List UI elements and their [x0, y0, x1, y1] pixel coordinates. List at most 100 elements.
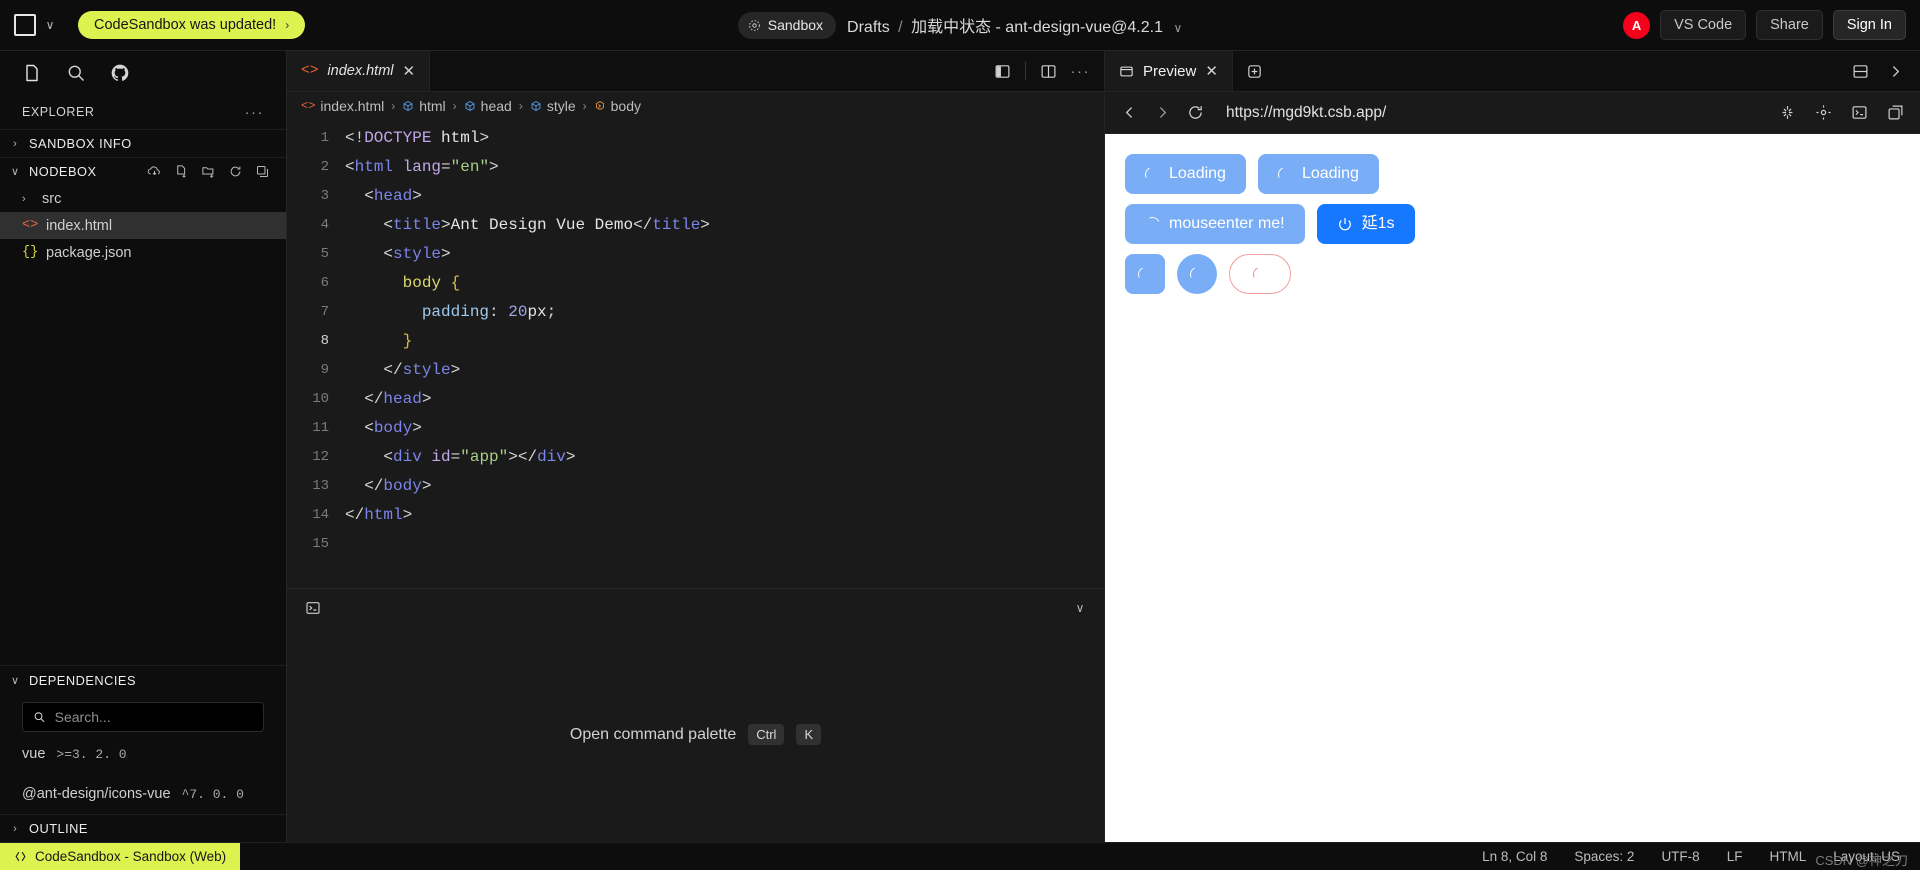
breadcrumb-item-head[interactable]: head [464, 98, 512, 114]
title-bar: ∨ CodeSandbox was updated! › Sandbox Dra… [0, 0, 1920, 50]
dependency-version: ^7. 0. 0 [181, 786, 244, 802]
search-icon[interactable] [66, 63, 86, 83]
sidebar-section-nodebox[interactable]: ∨ NODEBOX [0, 157, 286, 185]
html-file-icon: <> [301, 99, 316, 113]
sidebar-file-package-json[interactable]: {} package.json [0, 239, 286, 266]
status-remote-indicator[interactable]: CodeSandbox - Sandbox (Web) [0, 842, 241, 870]
terminal-icon[interactable] [305, 600, 321, 616]
code-text: padding: 20px; [421, 302, 557, 321]
forward-button[interactable] [1154, 104, 1171, 121]
status-eol[interactable]: LF [1727, 849, 1743, 864]
line-number: 15 [312, 535, 329, 552]
dependency-item-ant-design-icons-vue[interactable]: @ant-design/icons-vue ^7. 0. 0 [0, 774, 286, 814]
status-keyboard-layout[interactable]: Layout: US [1833, 849, 1900, 864]
collapse-all-icon[interactable] [255, 164, 270, 179]
update-banner-button[interactable]: CodeSandbox was updated! › [78, 11, 306, 39]
sandbox-type-chip[interactable]: Sandbox [737, 11, 837, 39]
new-folder-icon[interactable] [201, 164, 216, 179]
delay-button[interactable]: 延1s [1316, 204, 1415, 244]
breadcrumb: <> index.html › html › head › style › bo… [287, 92, 1104, 120]
share-button[interactable]: Share [1756, 10, 1823, 40]
sidebar-file-src[interactable]: › src [0, 185, 286, 212]
preview-iframe-content: Loading Loading mouseenter me! 延1s [1105, 134, 1920, 842]
divider [1024, 62, 1026, 80]
loading-button-2[interactable]: Loading [1257, 154, 1379, 194]
breadcrumb-item-style[interactable]: style [530, 98, 576, 114]
refresh-icon[interactable] [228, 164, 243, 179]
outline-header[interactable]: › OUTLINE [0, 814, 286, 842]
status-encoding[interactable]: UTF-8 [1661, 849, 1699, 864]
preview-tab[interactable]: Preview ✕ [1105, 51, 1233, 91]
sidebar-section-sandbox-info[interactable]: › SANDBOX INFO [0, 129, 286, 157]
code-line: 10 </head> [287, 384, 1104, 413]
dependency-item-vue[interactable]: vue >=3. 2. 0 [0, 734, 286, 774]
outline-label: OUTLINE [29, 821, 88, 836]
line-number: 2 [320, 158, 329, 175]
new-file-icon[interactable] [174, 164, 189, 179]
terminal-body[interactable]: Open command palette Ctrl K [287, 627, 1104, 842]
code-editor[interactable]: 1 <!DOCTYPE html> 2 <html lang="en"> 3 <… [287, 120, 1104, 588]
chevron-right-icon[interactable] [1887, 63, 1904, 80]
explorer-more-icon[interactable]: ··· [245, 104, 265, 121]
line-number: 6 [320, 274, 329, 291]
console-icon[interactable] [1851, 104, 1868, 121]
new-preview-tab-button[interactable] [1233, 51, 1276, 91]
status-cursor-position[interactable]: Ln 8, Col 8 [1482, 849, 1547, 864]
dependencies-header[interactable]: ∨ DEPENDENCIES [0, 665, 286, 695]
status-indentation[interactable]: Spaces: 2 [1574, 849, 1634, 864]
breadcrumb-item-file[interactable]: <> index.html [301, 98, 384, 114]
code-text: <title>Ant Design Vue Demo</title> [383, 215, 710, 234]
code-text: } [402, 331, 413, 350]
editor-tab-actions: ··· [980, 51, 1105, 91]
vscode-button[interactable]: VS Code [1660, 10, 1747, 40]
codesandbox-logo-icon[interactable] [14, 14, 36, 36]
dependency-search-box[interactable] [22, 702, 264, 732]
preview-panel-actions [1836, 51, 1920, 91]
loading-square-button[interactable] [1125, 254, 1165, 294]
sandbox-title-breadcrumb[interactable]: Drafts / 加载中状态 - ant-design-vue@4.2.1 ∨ [847, 13, 1182, 37]
chevron-down-icon[interactable]: ∨ [44, 19, 56, 31]
download-cloud-icon[interactable] [147, 164, 162, 179]
dependency-search-input[interactable] [54, 709, 253, 725]
title-bar-right: A VS Code Share Sign In [1623, 10, 1906, 40]
code-line: 13 </body> [287, 471, 1104, 500]
sign-in-button[interactable]: Sign In [1832, 10, 1906, 40]
files-icon[interactable] [22, 63, 42, 83]
loading-circle-button[interactable] [1177, 254, 1217, 294]
reload-button[interactable] [1187, 104, 1204, 121]
codesandbox-app: ∨ CodeSandbox was updated! › Sandbox Dra… [0, 0, 1920, 870]
pin-icon[interactable] [1779, 104, 1796, 121]
breadcrumb-item-html[interactable]: html [402, 98, 446, 114]
code-line: 14 </html> [287, 500, 1104, 529]
loading-button-1[interactable]: Loading [1125, 154, 1246, 194]
editor-more-icon[interactable]: ··· [1071, 63, 1091, 80]
open-external-icon[interactable] [1887, 104, 1904, 121]
chevron-right-icon: › [13, 822, 17, 835]
url-input[interactable]: https://mgd9kt.csb.app/ [1226, 104, 1763, 122]
breadcrumb-separator: › [391, 99, 396, 113]
breadcrumb-item-body[interactable]: body [594, 98, 641, 114]
dependency-name: vue [22, 746, 46, 762]
sidebar-file-index-html[interactable]: <> index.html [0, 212, 286, 239]
breadcrumb-label: head [480, 98, 512, 114]
title-chevron-down-icon[interactable]: ∨ [1173, 21, 1182, 35]
github-icon[interactable] [110, 63, 130, 83]
editor-tab-index-html[interactable]: <> index.html ✕ [287, 51, 431, 91]
line-number: 13 [312, 477, 329, 494]
avatar[interactable]: A [1623, 11, 1651, 39]
loading-danger-button[interactable] [1229, 254, 1291, 294]
split-editor-icon[interactable] [1040, 63, 1057, 80]
close-icon[interactable]: ✕ [1205, 62, 1218, 80]
split-horizontal-icon[interactable] [1852, 63, 1869, 80]
terminal-collapse-icon[interactable]: ∨ [1074, 602, 1086, 614]
responsive-icon[interactable] [1815, 104, 1832, 121]
back-button[interactable] [1121, 104, 1138, 121]
cube-icon [465, 100, 475, 112]
button-label: Loading [1169, 165, 1226, 182]
code-text: <style> [383, 244, 451, 263]
close-icon[interactable]: ✕ [403, 62, 416, 80]
code-text: body { [402, 273, 461, 292]
status-language-mode[interactable]: HTML [1769, 849, 1806, 864]
mouseenter-button[interactable]: mouseenter me! [1125, 204, 1305, 244]
toggle-sidebar-icon[interactable] [994, 63, 1011, 80]
